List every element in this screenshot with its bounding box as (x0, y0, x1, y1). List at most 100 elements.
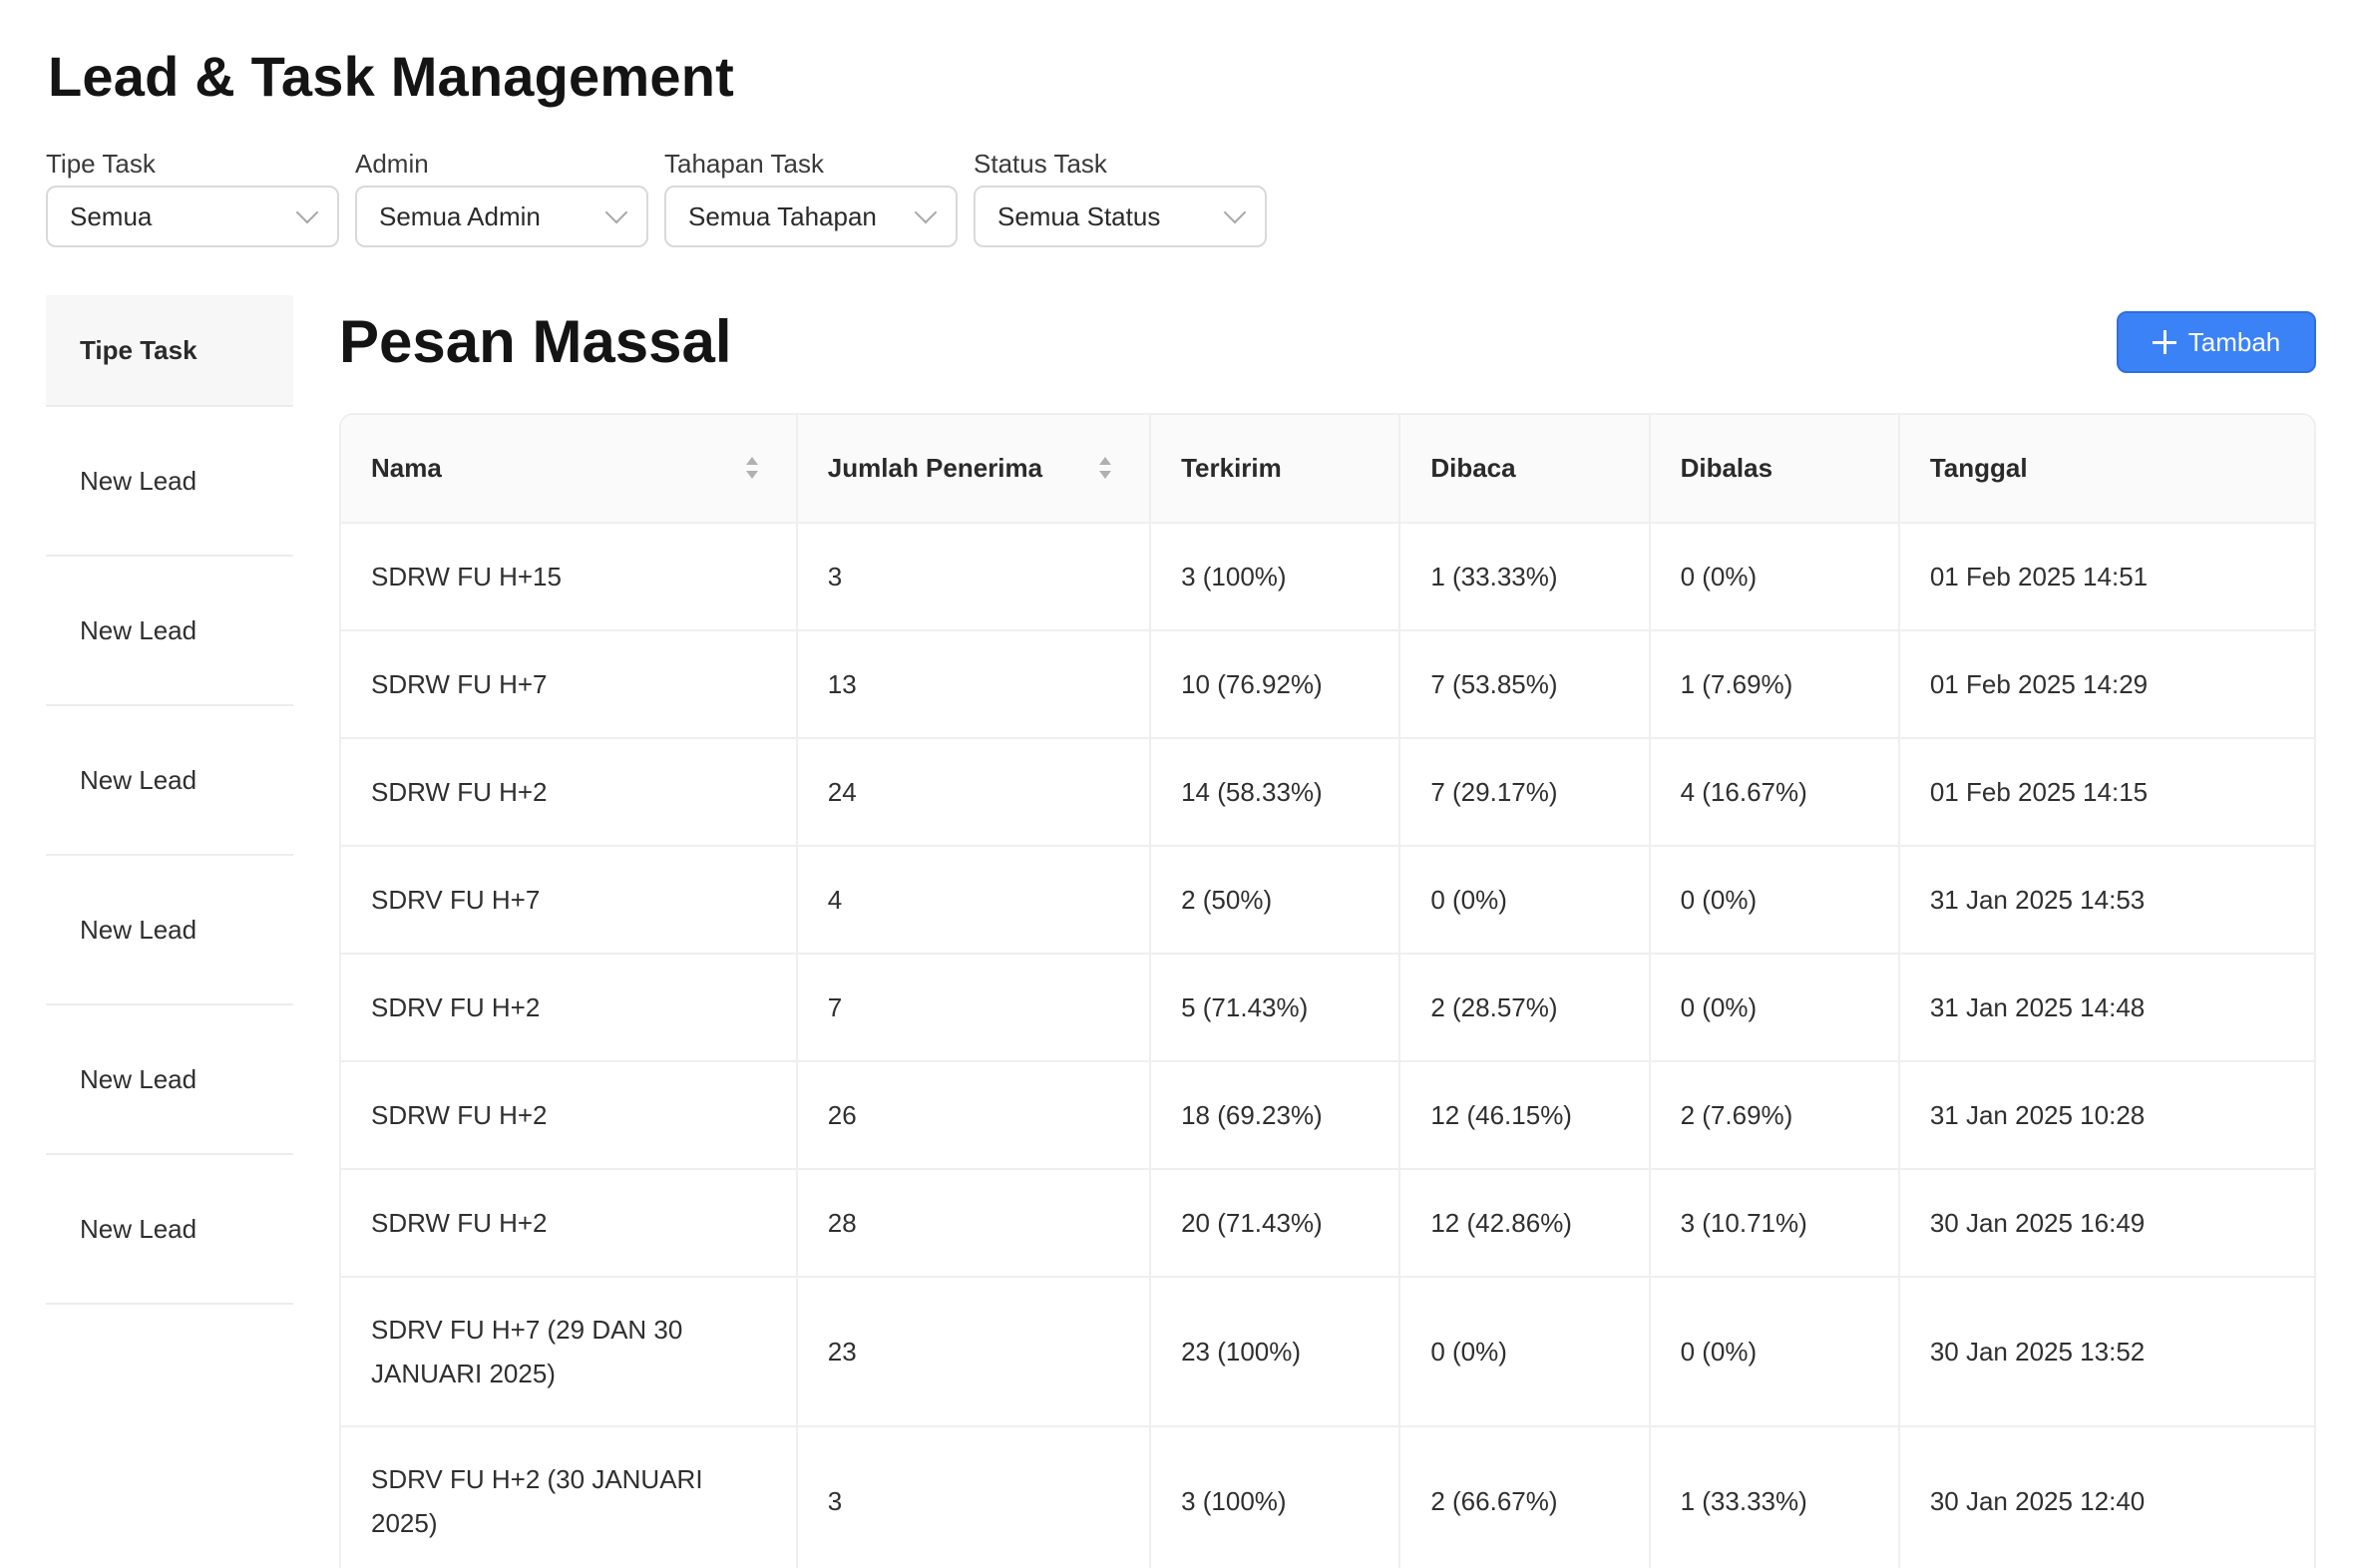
column-header-nama[interactable]: Nama (341, 415, 798, 524)
filter-bar: Tipe Task Semua Admin Semua Admin Tahapa… (46, 148, 1267, 247)
cell-dibalas: 1 (33.33%) (1649, 1426, 1900, 1568)
filter-label: Tahapan Task (664, 149, 824, 179)
cell-tanggal: 30 Jan 2025 12:40 (1898, 1426, 2314, 1568)
cell-terkirim: 23 (100%) (1150, 1277, 1401, 1427)
cell-jumlah-penerima: 28 (796, 1169, 1152, 1278)
column-header-label: Nama (371, 453, 442, 483)
status-task-select[interactable]: Semua Status (974, 186, 1267, 247)
cell-dibalas: 0 (0%) (1649, 954, 1900, 1062)
cell-dibaca: 1 (33.33%) (1399, 523, 1651, 631)
cell-nama: SDRW FU H+7 (341, 630, 798, 739)
select-value: Semua Status (997, 200, 1161, 231)
filter-label: Status Task (974, 149, 1107, 179)
cell-nama: SDRW FU H+2 (341, 738, 798, 847)
cell-jumlah-penerima: 23 (796, 1277, 1152, 1427)
table-row[interactable]: SDRW FU H+7 13 10 (76.92%) 7 (53.85%) 1 (7.6… (341, 630, 2314, 739)
cell-terkirim: 5 (71.43%) (1150, 954, 1401, 1062)
column-header-tanggal: Tanggal (1898, 415, 2314, 524)
cell-nama: SDRW FU H+2 (341, 1061, 798, 1170)
table-body: SDRW FU H+15 3 3 (100%) 1 (33.33%) 0 (0%) 01 … (341, 523, 2314, 1568)
cell-tanggal: 01 Feb 2025 14:51 (1898, 523, 2314, 631)
cell-tanggal: 01 Feb 2025 14:29 (1898, 630, 2314, 739)
add-button[interactable]: Tambah (2117, 311, 2316, 373)
cell-jumlah-penerima: 24 (796, 738, 1152, 847)
cell-tanggal: 31 Jan 2025 14:53 (1898, 846, 2314, 955)
cell-dibaca: 12 (46.15%) (1399, 1061, 1651, 1170)
cell-nama: SDRV FU H+7 (29 DAN 30 JANUARI 2025) (341, 1277, 798, 1427)
table-row[interactable]: SDRW FU H+15 3 3 (100%) 1 (33.33%) 0 (0%) 01 … (341, 523, 2314, 631)
cell-dibalas: 2 (7.69%) (1649, 1061, 1900, 1170)
filter-admin: Admin Semua Admin (355, 148, 648, 247)
task-type-sidebar: Tipe Task New Lead New Lead New Lead New… (46, 295, 293, 1305)
cell-terkirim: 18 (69.23%) (1150, 1061, 1401, 1170)
cell-jumlah-penerima: 3 (796, 523, 1152, 631)
sidebar-item-new-lead[interactable]: New Lead (46, 1005, 293, 1155)
cell-nama: SDRV FU H+2 (30 JANUARI 2025) (341, 1426, 798, 1568)
table-header-row: Nama Jumlah Penerima Terkirim Dibaca Dib… (341, 415, 2314, 524)
column-header-dibaca: Dibaca (1399, 415, 1651, 524)
cell-nama: SDRW FU H+15 (341, 523, 798, 631)
cell-jumlah-penerima: 26 (796, 1061, 1152, 1170)
tahapan-task-select[interactable]: Semua Tahapan (664, 186, 958, 247)
cell-terkirim: 3 (100%) (1150, 523, 1401, 631)
sidebar-header: Tipe Task (46, 295, 293, 407)
table-row[interactable]: SDRV FU H+2 (30 JANUARI 2025) 3 3 (100%) 2 … (341, 1426, 2314, 1568)
cell-dibalas: 1 (7.69%) (1649, 630, 1900, 739)
cell-terkirim: 2 (50%) (1150, 846, 1401, 955)
column-header-terkirim: Terkirim (1150, 415, 1401, 524)
cell-dibaca: 2 (66.67%) (1399, 1426, 1651, 1568)
cell-tanggal: 31 Jan 2025 10:28 (1898, 1061, 2314, 1170)
table-row[interactable]: SDRV FU H+7 4 2 (50%) 0 (0%) 0 (0%) 31 Jan 20… (341, 846, 2314, 955)
cell-tanggal: 01 Feb 2025 14:15 (1898, 738, 2314, 847)
cell-dibalas: 0 (0%) (1649, 846, 1900, 955)
cell-tanggal: 30 Jan 2025 13:52 (1898, 1277, 2314, 1427)
cell-jumlah-penerima: 13 (796, 630, 1152, 739)
table-row[interactable]: SDRW FU H+2 24 14 (58.33%) 7 (29.17%) 4 (16.… (341, 738, 2314, 847)
cell-dibaca: 2 (28.57%) (1399, 954, 1651, 1062)
add-button-label: Tambah (2187, 326, 2281, 357)
cell-dibaca: 0 (0%) (1399, 846, 1651, 955)
chevron-down-icon (1223, 200, 1247, 224)
table-row[interactable]: SDRW FU H+2 26 18 (69.23%) 12 (46.15%) 2 (7.… (341, 1061, 2314, 1170)
cell-terkirim: 14 (58.33%) (1150, 738, 1401, 847)
cell-terkirim: 3 (100%) (1150, 1426, 1401, 1568)
bulk-message-table: Nama Jumlah Penerima Terkirim Dibaca Dib… (339, 413, 2316, 1568)
cell-dibalas: 3 (10.71%) (1649, 1169, 1900, 1278)
sidebar-item-new-lead[interactable]: New Lead (46, 706, 293, 856)
column-header-label: Jumlah Penerima (827, 453, 1043, 483)
admin-select[interactable]: Semua Admin (355, 186, 648, 247)
sidebar-item-new-lead[interactable]: New Lead (46, 407, 293, 557)
sidebar-item-new-lead[interactable]: New Lead (46, 557, 293, 706)
column-header-jumlah-penerima[interactable]: Jumlah Penerima (796, 415, 1152, 524)
cell-terkirim: 20 (71.43%) (1150, 1169, 1401, 1278)
cell-tanggal: 30 Jan 2025 16:49 (1898, 1169, 2314, 1278)
chevron-down-icon (914, 200, 938, 224)
page-title: Lead & Task Management (48, 45, 734, 108)
cell-dibaca: 12 (42.86%) (1399, 1169, 1651, 1278)
filter-tipe-task: Tipe Task Semua (46, 148, 339, 247)
select-value: Semua (70, 200, 153, 231)
chevron-down-icon (604, 200, 628, 224)
filter-label: Admin (355, 149, 429, 179)
table-row[interactable]: SDRV FU H+2 7 5 (71.43%) 2 (28.57%) 0 (0%) 31… (341, 954, 2314, 1062)
select-value: Semua Tahapan (688, 200, 877, 231)
table-row[interactable]: SDRW FU H+2 28 20 (71.43%) 12 (42.86%) 3 (10… (341, 1169, 2314, 1278)
cell-jumlah-penerima: 4 (796, 846, 1152, 955)
table-row[interactable]: SDRV FU H+7 (29 DAN 30 JANUARI 2025) 23 23… (341, 1277, 2314, 1427)
cell-jumlah-penerima: 7 (796, 954, 1152, 1062)
cell-terkirim: 10 (76.92%) (1150, 630, 1401, 739)
cell-nama: SDRW FU H+2 (341, 1169, 798, 1278)
sidebar-item-new-lead[interactable]: New Lead (46, 1155, 293, 1305)
cell-dibalas: 0 (0%) (1649, 1277, 1900, 1427)
sort-icon[interactable] (744, 457, 760, 483)
filter-tahapan-task: Tahapan Task Semua Tahapan (664, 148, 958, 247)
tipe-task-select[interactable]: Semua (46, 186, 339, 247)
cell-nama: SDRV FU H+2 (341, 954, 798, 1062)
cell-jumlah-penerima: 3 (796, 1426, 1152, 1568)
chevron-down-icon (295, 200, 319, 224)
cell-dibaca: 7 (53.85%) (1399, 630, 1651, 739)
sort-icon[interactable] (1097, 457, 1113, 483)
sidebar-item-new-lead[interactable]: New Lead (46, 856, 293, 1005)
section-title: Pesan Massal (339, 308, 732, 375)
cell-dibaca: 0 (0%) (1399, 1277, 1651, 1427)
